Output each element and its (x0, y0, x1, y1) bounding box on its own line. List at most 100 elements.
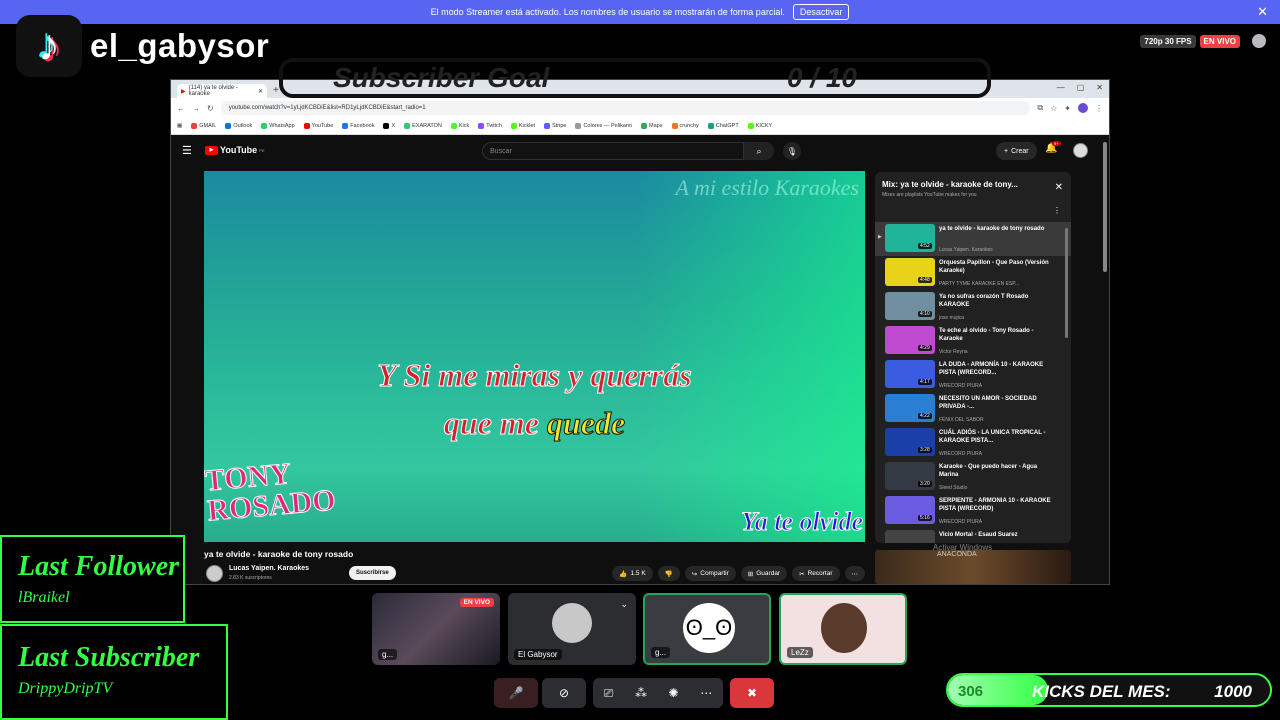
youtube-logo[interactable]: ▶ YouTube PE (205, 145, 265, 155)
subscribe-button[interactable]: Suscribirse (349, 566, 396, 580)
tab-youtube[interactable]: ▶ (114) ya te olvide - karaoke ✕ (177, 84, 267, 98)
extensions-icon[interactable]: ✦ (1064, 104, 1071, 113)
avatar (552, 603, 592, 643)
bookmarks-bar: ▦ GMAIL Outlook WhatsApp YouTube Faceboo… (171, 118, 1109, 135)
forward-icon[interactable]: → (192, 104, 200, 113)
bookmark-item[interactable]: YouTube (303, 123, 333, 129)
install-icon[interactable]: ⧉ (1037, 103, 1043, 113)
playlist-item-channel: FÉNIX DEL SABOR (939, 417, 984, 423)
playlist-scrollbar[interactable] (1065, 228, 1068, 338)
minimize-icon[interactable]: — (1057, 83, 1065, 92)
browser-menu-icon[interactable]: ⋮ (1095, 104, 1103, 113)
bookmark-item[interactable]: Kick (450, 123, 469, 129)
playlist-item[interactable]: 4:48 Orquesta Papillon - Que Paso (Versió… (875, 256, 1071, 290)
page-scrollbar[interactable] (1103, 142, 1107, 272)
close-icon[interactable]: ✕ (1257, 4, 1268, 20)
video-player[interactable]: A mi estilo Karaokes Y Si me miras y que… (204, 171, 865, 542)
playlist-item-channel: Sleed Studio (939, 485, 968, 491)
youtube-header: ☰ ▶ YouTube PE Buscar ⌕ 🎙 + Crear 🔔 9+ (171, 137, 1109, 165)
playlist-duration: 4:22 (918, 413, 932, 419)
channel-name[interactable]: Lucas Yaipen. Karaokes (229, 565, 309, 572)
ad-banner[interactable]: ANACONDA (875, 550, 1071, 584)
window-close-icon[interactable]: ✕ (1096, 83, 1103, 92)
bookmark-item[interactable]: ChatGPT (707, 123, 739, 129)
last-subscriber-box: Last Subscriber DrippyDripTV (0, 624, 228, 720)
playlist-item-title: Vicio Mortal - Esaud Suarez (939, 532, 1018, 538)
share-button[interactable]: ↪ Compartir (684, 566, 736, 581)
microphone-icon[interactable]: 🎙 (783, 142, 801, 160)
playlist-item[interactable]: 4:29 Te eche al olvido - Tony Rosado - Ka… (875, 324, 1071, 358)
bookmark-item[interactable]: Stripe (544, 123, 566, 129)
youtube-favicon-icon: ▶ (181, 88, 186, 95)
participant-tile[interactable]: ʘ_ʘ g... (643, 593, 771, 665)
bookmark-item[interactable]: KICKY (747, 123, 772, 129)
apps-icon[interactable]: ▦ (177, 123, 182, 129)
more-actions-icon[interactable]: ⋯ (844, 566, 865, 581)
search-input[interactable]: Buscar (482, 142, 744, 160)
bookmark-item[interactable]: GMAIL (191, 123, 216, 129)
playlist-item[interactable]: 3:28 CUÁL ADIÓS - LA UNICA TROPICAL - KAR… (875, 426, 1071, 460)
like-button[interactable]: 👍 1.5 K (612, 566, 653, 581)
bookmark-star-icon[interactable]: ☆ (1050, 104, 1057, 113)
clip-button[interactable]: ✂ Recortar (792, 566, 840, 581)
bookmark-item[interactable]: Twitch (478, 123, 502, 129)
create-button[interactable]: + Crear (996, 142, 1037, 160)
disable-streamer-mode-button[interactable]: Desactivar (792, 4, 850, 20)
streamer-mode-banner: El modo Streamer está activado. Los nomb… (0, 0, 1280, 24)
streamer-mode-message: El modo Streamer está activado. Los nomb… (430, 7, 785, 17)
camera-toggle-button[interactable]: ⊘ (542, 678, 586, 708)
more-vert-icon[interactable]: ⋮ (1053, 206, 1061, 215)
back-icon[interactable]: ← (177, 104, 185, 113)
playlist-duration: 3:28 (918, 447, 932, 453)
bookmark-item[interactable]: Outlook (225, 123, 252, 129)
bookmark-item[interactable]: EXARATON (404, 123, 442, 129)
account-avatar[interactable] (1073, 143, 1088, 158)
participant-tile-screenshare[interactable]: EN VIVO g... (372, 593, 500, 665)
playlist-item[interactable]: 3:20 Karaoke - Que puedo hacer - Agua Mar… (875, 460, 1071, 494)
bookmark-item[interactable]: Maps (641, 123, 663, 129)
playlist-item[interactable]: 4:17 LA DUDA - ARMONÍA 10 - KARAOKE PISTA… (875, 358, 1071, 392)
url-field[interactable]: youtube.com/watch?v=1yLjdKCBDiE&list=RD1… (220, 101, 1031, 115)
lyric-line: que me quede (443, 405, 626, 442)
bookmark-item[interactable]: crunchy (671, 123, 699, 129)
reload-icon[interactable]: ↻ (207, 104, 214, 113)
bookmark-item[interactable]: WhatsApp (261, 123, 295, 129)
last-subscriber-name: DrippyDripTV (18, 680, 113, 697)
activities-icon[interactable]: ⁂ (635, 686, 647, 700)
bookmark-item[interactable]: Facebook (342, 123, 374, 129)
channel-avatar[interactable] (206, 565, 223, 582)
screen-share-icon[interactable]: ⎚ (604, 686, 614, 701)
search-icon[interactable]: ⌕ (744, 142, 774, 160)
mute-microphone-button[interactable]: 🎤 (494, 678, 538, 708)
soundboard-icon[interactable]: ✺ (669, 686, 679, 700)
last-follower-name: lBraikel (18, 589, 70, 606)
playlist-item[interactable]: Vicio Mortal - Esaud Suarez (875, 528, 1071, 543)
participant-tile[interactable]: LeZz (779, 593, 907, 665)
bookmark-item[interactable]: X (383, 123, 395, 129)
mix-playlist-panel: Mix: ya te olvide - karaoke de tony... M… (875, 172, 1071, 543)
playlist-item-title: SERPIENTE - ARMONIA 10 - KARAOKE PISTA (… (939, 498, 1051, 512)
playlist-item[interactable]: 4:10 Ya no sufras corazón T Rosado KARAOK… (875, 290, 1071, 324)
playlist-item[interactable]: 5:16 SERPIENTE - ARMONIA 10 - KARAOKE PIS… (875, 494, 1071, 528)
participant-tile[interactable]: ⌄ El Gabysor (508, 593, 636, 665)
kicks-goal: 1000 (1214, 682, 1252, 701)
bookmark-item[interactable]: Colores — Pelikano (575, 123, 632, 129)
new-tab-icon[interactable]: + (273, 85, 279, 96)
playlist-item[interactable]: 4:22 NECESITO UN AMOR - SOCIEDAD PRIVADA … (875, 392, 1071, 426)
bookmark-item[interactable]: Kicklet (510, 123, 535, 129)
close-icon[interactable]: ✕ (1055, 182, 1063, 193)
leave-call-button[interactable]: ✖ (730, 678, 774, 708)
hamburger-menu-icon[interactable]: ☰ (182, 144, 192, 157)
maximize-icon[interactable]: ▢ (1077, 83, 1085, 92)
chat-icon[interactable] (1252, 34, 1266, 48)
save-button[interactable]: ⊞ Guardar (740, 566, 788, 581)
now-playing-icon: ▶ (878, 234, 882, 240)
close-tab-icon[interactable]: ✕ (258, 88, 263, 95)
profile-avatar[interactable] (1078, 103, 1088, 113)
dislike-button[interactable]: 👎 (657, 566, 680, 581)
subscriber-goal-count: 0 / 10 (786, 62, 857, 93)
chevron-down-icon[interactable]: ⌄ (620, 599, 628, 610)
notifications-bell-icon[interactable]: 🔔 9+ (1045, 141, 1061, 154)
playlist-item[interactable]: ▶ 4:52 ya te olvide - karaoke de tony rosa… (875, 222, 1071, 256)
more-icon[interactable]: ⋯ (700, 686, 712, 700)
